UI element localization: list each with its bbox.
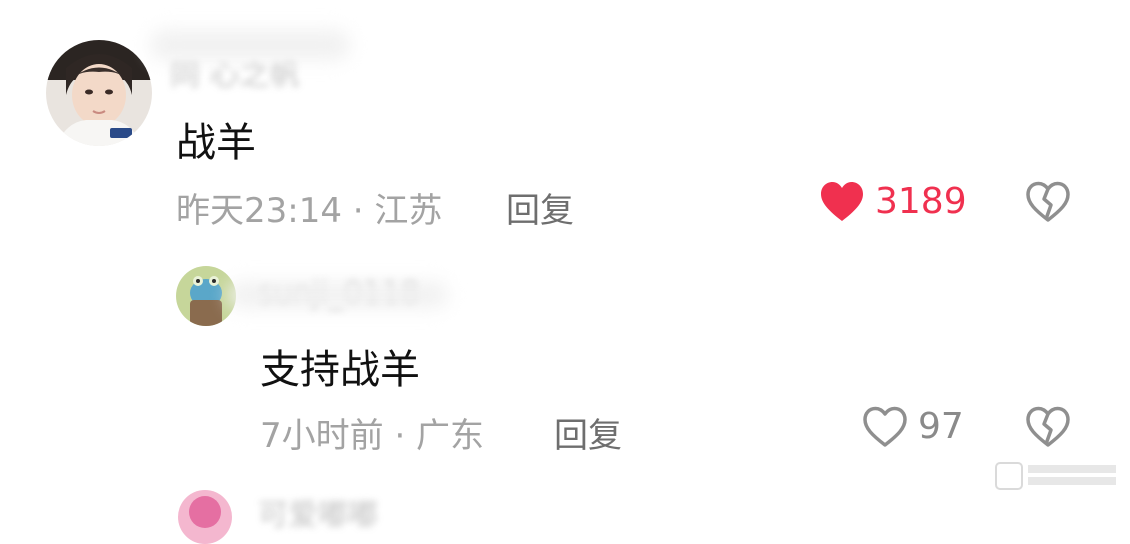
comment-meta: 昨天23:14 · 江苏 <box>176 191 443 231</box>
comment-text: 支持战羊 <box>260 347 420 393</box>
heart-outline-icon[interactable] <box>862 406 908 448</box>
avatar[interactable] <box>176 266 236 326</box>
reply-button[interactable]: 回复 <box>506 183 574 232</box>
like-count: 3189 <box>875 181 967 222</box>
comment-meta: 7小时前 · 广东 <box>260 416 485 456</box>
username-blur-mask <box>150 30 350 60</box>
username[interactable]: 可爱嘟嘟 <box>258 490 378 534</box>
username-blur-mask <box>228 282 448 308</box>
comment-text: 战羊 <box>176 120 256 166</box>
avatar[interactable] <box>46 40 152 146</box>
broken-heart-icon[interactable] <box>1025 181 1071 223</box>
heart-filled-icon[interactable] <box>819 181 865 223</box>
reply-button[interactable]: 回复 <box>554 408 622 457</box>
avatar[interactable] <box>178 490 232 544</box>
watermark-logo <box>994 459 1120 493</box>
broken-heart-icon[interactable] <box>1025 406 1071 448</box>
like-count: 97 <box>918 406 964 447</box>
